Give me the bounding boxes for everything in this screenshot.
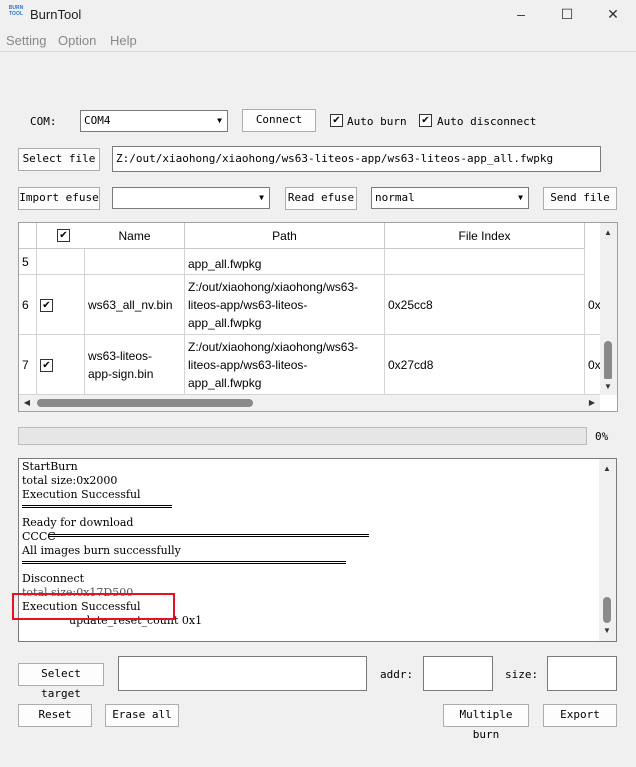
table-row-checkbox-cell[interactable]: ✔ [37, 275, 85, 335]
scroll-down-icon[interactable]: ▼ [600, 379, 616, 395]
log-separator [22, 505, 172, 508]
table-row-path: Z:/out/xiaohong/xiaohong/ws63- liteos-ap… [185, 275, 385, 335]
target-input[interactable] [118, 656, 367, 691]
table-row-file-index: 0x27cd8 [385, 335, 585, 395]
log-separator [49, 534, 369, 537]
row-number-header [19, 223, 37, 249]
table-row-file-index: 0x25cc8 [385, 275, 585, 335]
menu-option[interactable]: Option [58, 33, 96, 48]
table-row-name [85, 249, 185, 275]
table-row-name: ws63_all_nv.bin [85, 275, 185, 335]
menu-bar: Setting Option Help [0, 30, 636, 52]
checkmark-icon: ✔ [42, 300, 51, 311]
log-line: All images burn successfully [22, 544, 181, 557]
table-row-file-index [385, 249, 585, 275]
checkmark-icon: ✔ [42, 360, 51, 371]
table-horizontal-scrollbar[interactable]: ◀ ▶ [19, 395, 600, 411]
com-value: COM4 [84, 114, 111, 127]
row-checkbox[interactable]: ✔ [40, 359, 53, 372]
path-column-header[interactable]: Path [185, 223, 385, 249]
table-row-index: 6 [19, 275, 37, 335]
menu-setting[interactable]: Setting [6, 33, 46, 48]
erase-all-button[interactable]: Erase all [105, 704, 179, 727]
table-vertical-scrollbar[interactable]: ▲ ▼ [600, 223, 617, 395]
reset-button[interactable]: Reset [18, 704, 92, 727]
chevron-down-icon: ▼ [518, 193, 523, 202]
file-path-input[interactable]: Z:/out/xiaohong/xiaohong/ws63-liteos-app… [112, 146, 601, 172]
name-column-header[interactable]: Name [85, 223, 185, 249]
addr-label: addr: [380, 668, 414, 681]
maximize-button[interactable]: ☐ [544, 0, 590, 30]
minimize-button[interactable]: – [498, 0, 544, 30]
row-checkbox[interactable]: ✔ [40, 299, 53, 312]
select-file-button[interactable]: Select file [18, 148, 100, 171]
table-row-path: Z:/out/xiaohong/xiaohong/ws63- liteos-ap… [185, 335, 385, 395]
efuse-select[interactable]: ▼ [112, 187, 270, 209]
log-line: Execution Successful [22, 488, 141, 501]
checkmark-icon: ✔ [59, 230, 68, 241]
log-line: Disconnect [22, 572, 85, 585]
scroll-down-icon[interactable]: ▼ [599, 623, 615, 639]
chevron-down-icon: ▼ [217, 116, 222, 125]
scroll-thumb[interactable] [603, 597, 611, 623]
scroll-left-icon[interactable]: ◀ [19, 395, 35, 411]
checkmark-icon: ✔ [421, 115, 430, 126]
scroll-thumb[interactable] [37, 399, 253, 407]
scroll-up-icon[interactable]: ▲ [600, 225, 616, 241]
log-separator [22, 561, 346, 564]
checkmark-icon: ✔ [332, 115, 341, 126]
multiple-burn-button[interactable]: Multiple burn [443, 704, 529, 741]
table-row-index: 5 [19, 249, 37, 275]
log-line: total size:0x2000 [22, 474, 118, 487]
export-button[interactable]: Export [543, 704, 617, 727]
title-bar: BURN TOOL BurnTool – ☐ ✕ [0, 0, 636, 30]
file-index-column-header[interactable]: File Index [385, 223, 585, 249]
menu-help[interactable]: Help [110, 33, 137, 48]
select-target-button[interactable]: Select target [18, 663, 104, 700]
scroll-right-icon[interactable]: ▶ [584, 395, 600, 411]
file-table: ✔ Name Path File Index 5 app_all.fwpkg 6… [18, 222, 618, 412]
com-label: COM: [30, 115, 57, 128]
auto-disconnect-checkbox[interactable]: ✔ [419, 114, 432, 127]
size-label: size: [505, 668, 539, 681]
addr-input[interactable] [423, 656, 493, 691]
read-efuse-button[interactable]: Read efuse [285, 187, 357, 210]
progress-percent: 0% [595, 430, 609, 443]
highlight-box [12, 593, 175, 620]
table-row-index: 7 [19, 335, 37, 395]
select-all-checkbox[interactable]: ✔ [57, 229, 70, 242]
table-row-checkbox-cell[interactable] [37, 249, 85, 275]
chevron-down-icon: ▼ [259, 193, 264, 202]
auto-burn-label: Auto burn [347, 115, 407, 128]
size-input[interactable] [547, 656, 617, 691]
log-line: StartBurn [22, 460, 78, 473]
log-line: Ready for download [22, 516, 134, 529]
close-button[interactable]: ✕ [590, 0, 636, 30]
scroll-up-icon[interactable]: ▲ [599, 461, 615, 477]
table-row-name: ws63-liteos- app-sign.bin [85, 335, 185, 395]
auto-burn-checkbox[interactable]: ✔ [330, 114, 343, 127]
scroll-thumb[interactable] [604, 341, 612, 381]
mode-value: normal [375, 191, 415, 204]
window-title: BurnTool [30, 7, 82, 22]
burntool-logo: BURN TOOL [8, 5, 24, 17]
table-row-checkbox-cell[interactable]: ✔ [37, 335, 85, 395]
connect-button[interactable]: Connect [242, 109, 316, 132]
log-scrollbar[interactable]: ▲ ▼ [599, 459, 616, 641]
mode-select[interactable]: normal ▼ [371, 187, 529, 209]
import-efuse-button[interactable]: Import efuse [18, 187, 100, 210]
table-row-path: app_all.fwpkg [185, 249, 385, 275]
auto-disconnect-label: Auto disconnect [437, 115, 537, 128]
burn-progress-bar [18, 427, 587, 445]
com-select[interactable]: COM4 ▼ [80, 110, 228, 132]
send-file-button[interactable]: Send file [543, 187, 617, 210]
